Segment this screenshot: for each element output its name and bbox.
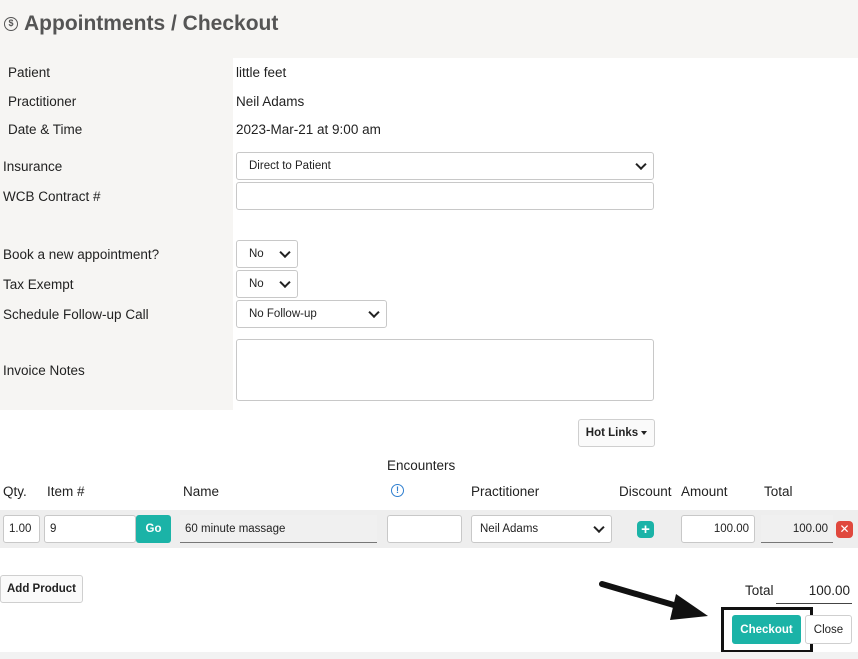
invoice-notes-label: Invoice Notes	[3, 363, 85, 378]
qty-header: Qty.	[3, 484, 27, 499]
chevron-down-icon	[279, 276, 291, 289]
followup-select[interactable]: No Follow-up	[236, 300, 387, 328]
caret-down-icon	[641, 431, 648, 435]
chevron-down-icon	[279, 246, 291, 259]
insurance-select-value: Direct to Patient	[249, 160, 331, 172]
footer-band	[0, 652, 858, 659]
book-appointment-select[interactable]: No	[236, 240, 298, 268]
annotation-arrow-icon	[599, 581, 708, 620]
grand-total-label: Total	[745, 583, 774, 598]
discount-header: Discount	[619, 484, 672, 499]
book-appointment-value: No	[249, 248, 264, 260]
encounters-header: Encounters	[387, 458, 456, 473]
info-icon[interactable]: !	[391, 484, 404, 497]
tax-exempt-select[interactable]: No	[236, 270, 298, 298]
wcb-contract-input[interactable]	[236, 182, 654, 210]
encounters-input[interactable]	[387, 515, 462, 543]
practitioner-header: Practitioner	[471, 484, 540, 499]
hot-links-label: Hot Links	[585, 427, 639, 439]
dollar-circle-icon: $	[4, 17, 18, 31]
insurance-select[interactable]: Direct to Patient	[236, 152, 654, 180]
qty-input[interactable]: 1.00	[3, 515, 40, 543]
chevron-down-icon	[368, 306, 380, 319]
close-button[interactable]: Close	[805, 615, 852, 644]
label-column	[0, 58, 233, 410]
datetime-value: 2023-Mar-21 at 9:00 am	[236, 122, 381, 137]
add-product-button[interactable]: Add Product	[0, 575, 83, 603]
row-practitioner-value: Neil Adams	[480, 523, 539, 535]
chevron-down-icon	[635, 158, 647, 171]
tax-exempt-label: Tax Exempt	[3, 277, 74, 292]
amount-header: Amount	[681, 484, 728, 499]
item-name-field[interactable]: 60 minute massage	[180, 515, 377, 543]
go-button[interactable]: Go	[136, 515, 171, 543]
row-practitioner-select[interactable]: Neil Adams	[471, 515, 612, 543]
hot-links-button[interactable]: Hot Links	[578, 419, 655, 447]
checkout-button[interactable]: Checkout	[732, 615, 801, 644]
item-header: Item #	[47, 484, 85, 499]
row-total-field: 100.00	[761, 515, 833, 543]
grand-total-value: 100.00	[808, 583, 850, 598]
page-title: Appointments / Checkout	[24, 12, 279, 35]
chevron-down-icon	[593, 521, 605, 534]
amount-input[interactable]: 100.00	[681, 515, 755, 543]
followup-value: No Follow-up	[249, 308, 317, 320]
wcb-label: WCB Contract #	[3, 189, 101, 204]
practitioner-label: Practitioner	[8, 94, 77, 109]
total-underline	[776, 603, 852, 604]
add-discount-icon[interactable]: +	[637, 521, 654, 538]
name-header: Name	[183, 484, 220, 499]
page-header: $ Appointments / Checkout	[0, 0, 858, 58]
patient-label: Patient	[8, 65, 51, 80]
remove-row-icon[interactable]: ✕	[836, 521, 853, 538]
practitioner-value: Neil Adams	[236, 94, 305, 109]
followup-label: Schedule Follow-up Call	[3, 307, 149, 322]
item-number-input[interactable]: 9	[44, 515, 136, 543]
datetime-label: Date & Time	[8, 122, 83, 137]
invoice-notes-textarea[interactable]	[236, 339, 654, 401]
patient-value: little feet	[236, 65, 287, 80]
tax-exempt-value: No	[249, 278, 264, 290]
insurance-label: Insurance	[3, 159, 63, 174]
book-appointment-label: Book a new appointment?	[3, 247, 160, 262]
total-header: Total	[764, 484, 793, 499]
